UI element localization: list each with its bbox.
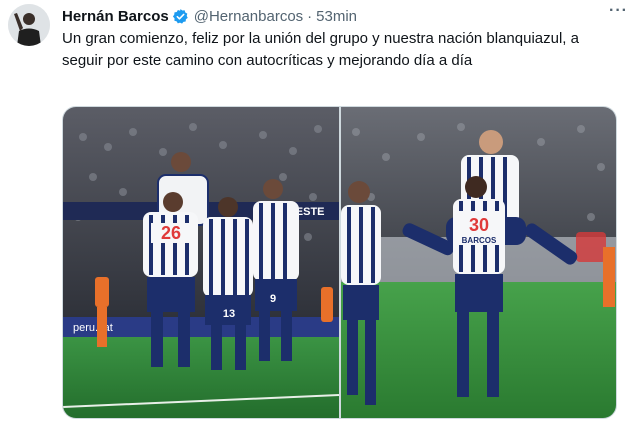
tweet-header: Hernán Barcos @Hernanbarcos · 53min xyxy=(62,6,630,26)
tweet-timestamp[interactable]: 53min xyxy=(316,8,357,25)
tweet-card[interactable]: Hernán Barcos @Hernanbarcos · 53min ··· … xyxy=(0,0,640,426)
jersey-number-9: 9 xyxy=(270,293,276,305)
photo-left[interactable]: DONDE ESTE peru.sat xyxy=(63,107,339,418)
jersey-number-13: 13 xyxy=(223,308,235,320)
jersey-number-26: 26 xyxy=(161,223,181,243)
author-name[interactable]: Hernán Barcos xyxy=(62,8,169,25)
more-options-icon[interactable]: ··· xyxy=(609,2,628,20)
avatar[interactable] xyxy=(8,4,50,46)
jersey-number-30: 30 xyxy=(468,215,488,235)
tweet-text: Un gran comienzo, feliz por la unión del… xyxy=(62,30,579,69)
verified-badge-icon xyxy=(172,8,189,25)
separator-dot: · xyxy=(307,7,313,25)
author-handle[interactable]: @Hernanbarcos xyxy=(194,8,303,25)
tweet-media[interactable]: DONDE ESTE peru.sat xyxy=(62,106,617,419)
photo-right[interactable]: 30 BARCOS xyxy=(340,107,617,418)
jersey-name: BARCOS xyxy=(461,236,496,245)
